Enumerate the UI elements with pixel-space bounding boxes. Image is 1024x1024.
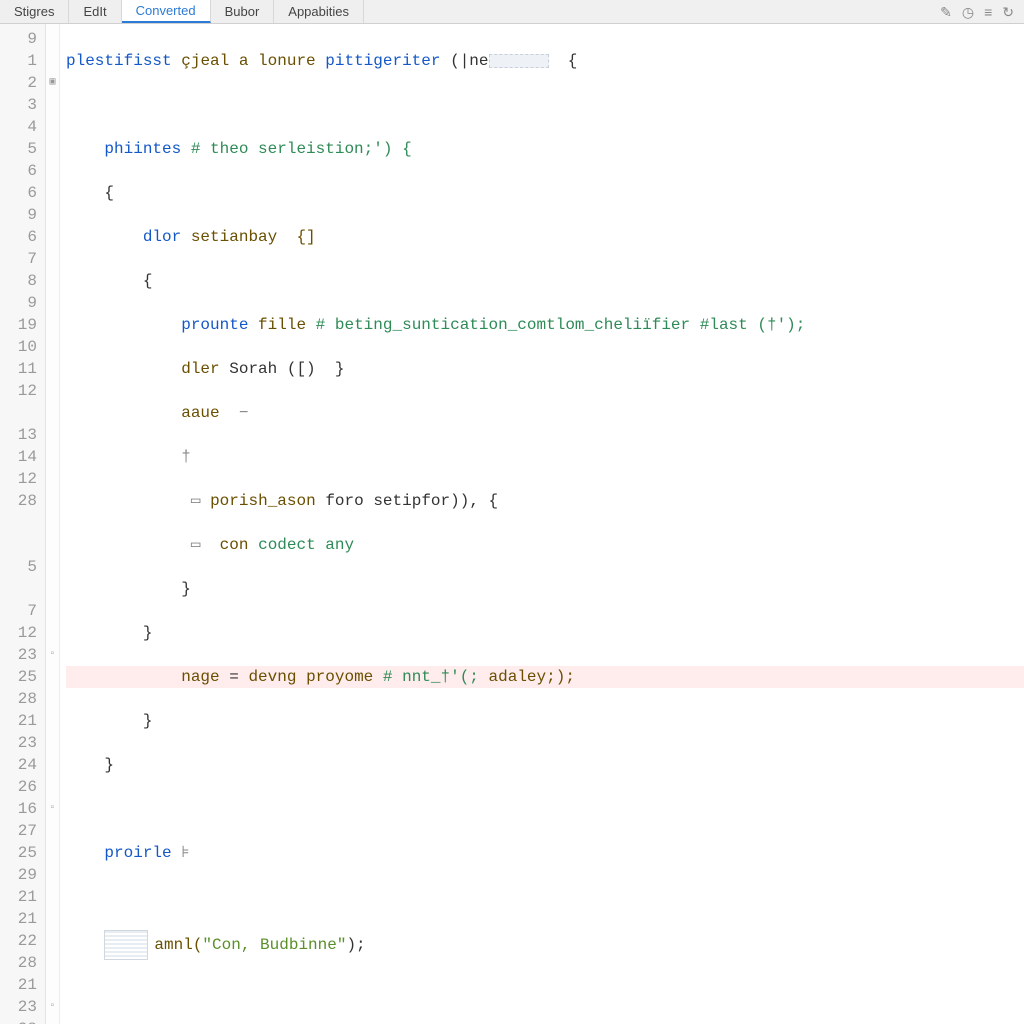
toolbar-icons: ✎ ◷ ≡ ↻ [930, 0, 1024, 23]
code-line[interactable]: proirle ⊧ [66, 842, 1024, 864]
ai-assist-icon[interactable]: ✎ [940, 5, 952, 19]
code-line[interactable]: } [66, 578, 1024, 600]
code-line[interactable]: } [66, 754, 1024, 776]
tab-bar: Stigres EdIt Converted Bubor Appabities … [0, 0, 1024, 24]
code-editor[interactable]: 9 1 2 3 4 5 6 6 9 6 7 8 9 19 10 11 12 13… [0, 24, 1024, 1024]
code-line[interactable]: ▭ con codect any [66, 534, 1024, 556]
fold-toggle-icon[interactable]: ▫ [46, 798, 59, 820]
code-line[interactable]: aaue − [66, 402, 1024, 424]
code-line[interactable] [66, 886, 1024, 908]
code-line[interactable]: phiintes # theo serleistion;') { [66, 138, 1024, 160]
tabs: Stigres EdIt Converted Bubor Appabities [0, 0, 930, 23]
tab-stigres[interactable]: Stigres [0, 0, 69, 23]
code-line[interactable]: ▭ porish_ason foro setipfor)), { [66, 490, 1024, 512]
timer-icon[interactable]: ◷ [962, 5, 974, 19]
tab-label: Stigres [14, 4, 54, 19]
fold-toggle-icon[interactable]: ▣ [46, 72, 59, 94]
code-line[interactable]: { [66, 182, 1024, 204]
code-line[interactable] [66, 798, 1024, 820]
code-line[interactable]: dlor setianbay {] [66, 226, 1024, 248]
tab-edit[interactable]: EdIt [69, 0, 121, 23]
code-line[interactable]: † [66, 446, 1024, 468]
tab-converted[interactable]: Converted [122, 0, 211, 23]
ghost-suggestion [489, 54, 549, 68]
code-line[interactable]: dler Sorah ([) } [66, 358, 1024, 380]
line-number-gutter: 9 1 2 3 4 5 6 6 9 6 7 8 9 19 10 11 12 13… [0, 24, 46, 1024]
tab-label: EdIt [83, 4, 106, 19]
menu-icon[interactable]: ≡ [984, 5, 992, 19]
code-line[interactable] [66, 94, 1024, 116]
inline-preview-icon[interactable] [104, 930, 148, 960]
code-line[interactable] [66, 974, 1024, 996]
code-line[interactable]: } [66, 710, 1024, 732]
code-area[interactable]: plestifisst çjeal a lonure pittigeriter … [60, 24, 1024, 1024]
code-line[interactable]: nage = devng proyome # nnt_†'(; adaley;)… [66, 666, 1024, 688]
code-line[interactable] [66, 1018, 1024, 1024]
fold-toggle-icon[interactable]: ▫ [46, 996, 59, 1018]
tab-appabities[interactable]: Appabities [274, 0, 364, 23]
fold-toggle-icon[interactable]: ▫ [46, 644, 59, 666]
tab-label: Appabities [288, 4, 349, 19]
tab-label: Bubor [225, 4, 260, 19]
tab-bubor[interactable]: Bubor [211, 0, 275, 23]
code-line[interactable]: { [66, 270, 1024, 292]
code-line[interactable]: } [66, 622, 1024, 644]
code-line[interactable]: amnl("Con, Budbinne"); [66, 930, 1024, 952]
sync-icon[interactable]: ↻ [1002, 5, 1014, 19]
tab-label: Converted [136, 3, 196, 18]
fold-column: ▣ ▫ ▫ ▫ [46, 24, 60, 1024]
code-line[interactable]: prounte fille # beting_suntication_comtl… [66, 314, 1024, 336]
code-line[interactable]: plestifisst çjeal a lonure pittigeriter … [66, 50, 1024, 72]
